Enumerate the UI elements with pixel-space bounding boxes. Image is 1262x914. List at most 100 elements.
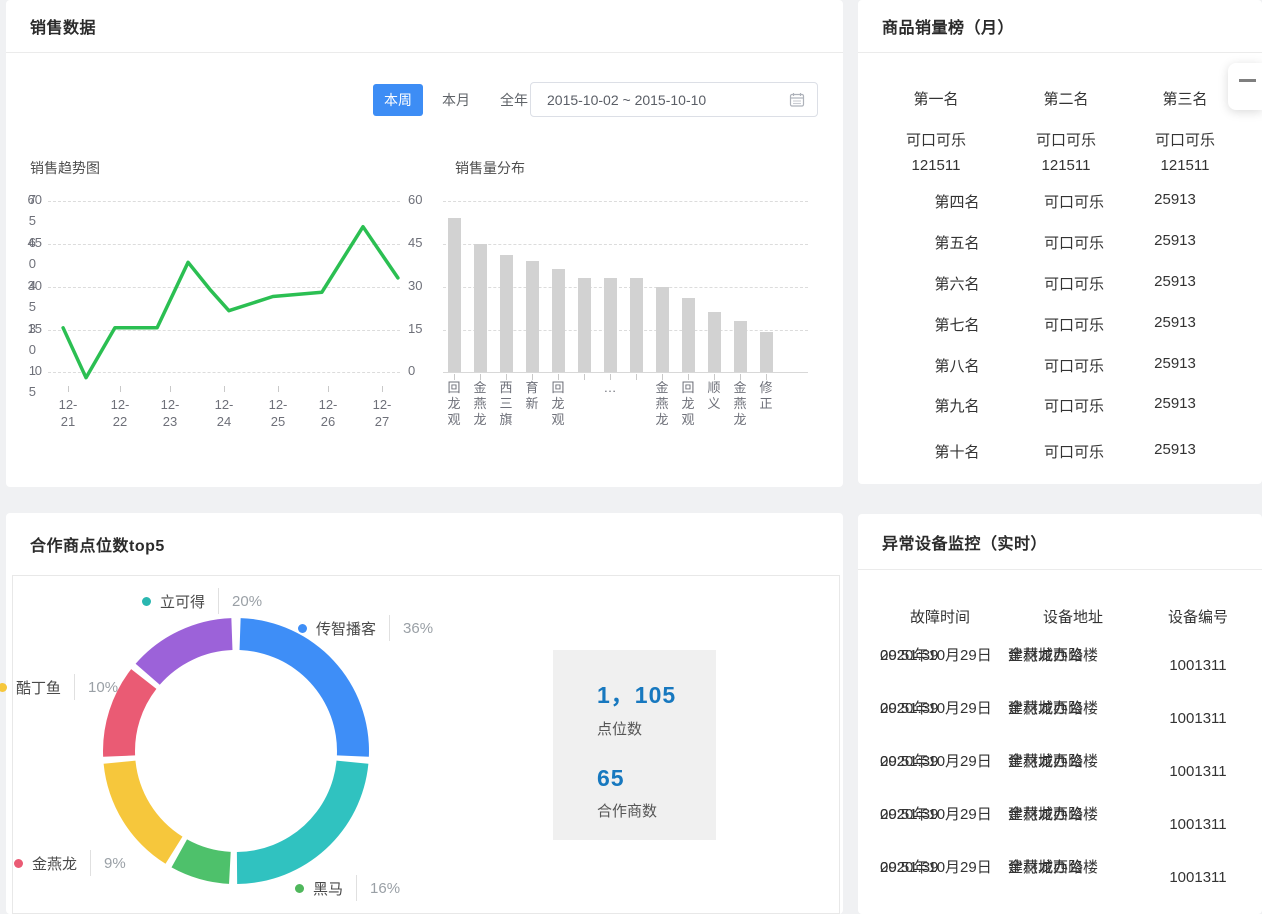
product-name: 可口可乐 xyxy=(1011,129,1121,150)
product-value: 25913 xyxy=(1120,355,1230,372)
bar-回龙观 xyxy=(552,269,565,372)
line-gridline-15 xyxy=(48,330,400,331)
line-xaxis-tick xyxy=(328,386,329,392)
legend-percent: 36% xyxy=(403,620,433,637)
bar-xaxis-tick xyxy=(636,374,637,380)
date-range-value: 2015-10-02 ~ 2015-10-10 xyxy=(547,92,706,108)
rank-panel-header: 商品销量榜（月） xyxy=(858,0,1262,53)
monitor-panel-header: 异常设备监控（实时） xyxy=(858,514,1262,570)
bar-xaxis-label: 金燕龙 xyxy=(654,380,670,428)
bar-gridline-15 xyxy=(443,330,808,331)
device-id: 1001311 xyxy=(1153,751,1243,782)
partner-stats-card: 1，105 点位数 65 合作商数 xyxy=(553,650,716,840)
line-xaxis-tick xyxy=(224,386,225,392)
line-yaxis2-label: 6 xyxy=(6,235,36,250)
product-name: 可口可乐 xyxy=(1019,395,1129,416)
partner-top5-panel: 合作商点位数top5 立可得20%传智播客36%酷丁鱼10%金燕龙9%黑马16%… xyxy=(6,513,843,914)
bar-xaxis-tick xyxy=(584,374,585,380)
bar-gridline-45 xyxy=(443,244,808,245)
product-value: 25913 xyxy=(1120,314,1230,331)
legend-divider xyxy=(74,674,75,700)
monitor-row-3: 2020年10月29日09:51:39金燕龙办公楼建材城西路1001311 xyxy=(858,751,1262,797)
calendar-icon[interactable] xyxy=(789,92,805,108)
product-value: 121511 xyxy=(1011,157,1121,174)
product-name: 可口可乐 xyxy=(1019,441,1129,462)
product-name: 可口可乐 xyxy=(1019,232,1129,253)
trend-chart-title: 销售趋势图 xyxy=(30,158,100,178)
rank-row-7: 第七名可口可乐25913 xyxy=(858,314,1262,336)
bar-xaxis-tick xyxy=(454,374,455,380)
legend-dot-立可得 xyxy=(142,597,151,606)
donut-slice-3[interactable] xyxy=(172,839,231,883)
bar-xaxis-tick xyxy=(714,374,715,380)
partners-count-label: 合作商数 xyxy=(597,800,716,821)
rank-label: 第九名 xyxy=(902,395,1012,416)
line-yaxis-right-label: 0 xyxy=(408,363,436,378)
bar-xaxis-tick xyxy=(688,374,689,380)
line-yaxis-right-label: 30 xyxy=(408,278,436,293)
line-xaxis-tick xyxy=(278,386,279,392)
product-name: 可口可乐 xyxy=(1019,273,1129,294)
date-range-input[interactable]: 2015-10-02 ~ 2015-10-10 xyxy=(530,82,818,117)
legend-dot-传智播客 xyxy=(298,624,307,633)
legend-divider xyxy=(356,875,357,901)
bar-… xyxy=(604,278,617,372)
donut-slice-6[interactable] xyxy=(136,618,233,685)
legend-percent: 16% xyxy=(370,880,400,897)
donut-slice-2[interactable] xyxy=(237,761,369,884)
line-gridline-30 xyxy=(48,287,400,288)
partner-donut-chart xyxy=(96,611,376,891)
monitor-panel-title: 异常设备监控（实时） xyxy=(882,530,1047,554)
bar-xaxis-label: 回龙观 xyxy=(550,380,566,428)
legend-dot-酷丁鱼 xyxy=(0,683,7,692)
line-xaxis-label: 12-21 xyxy=(48,396,88,430)
product-value: 121511 xyxy=(881,157,991,174)
top5-panel-header: 合作商点位数top5 xyxy=(6,513,843,575)
line-xaxis-tick xyxy=(68,386,69,392)
rank-row-4: 第四名可口可乐25913 xyxy=(858,191,1262,213)
bar-xaxis-label: 金燕龙 xyxy=(472,380,488,428)
line-yaxis2-label: 3 xyxy=(6,321,36,336)
line-yaxis2-label: 7 xyxy=(6,192,36,207)
bar-xaxis-tick xyxy=(610,374,611,380)
bar-xaxis-label: 回龙观 xyxy=(680,380,696,428)
line-gridline-45 xyxy=(48,244,400,245)
line-yaxis2-label: 5 xyxy=(6,384,36,399)
device-monitor-panel: 异常设备监控（实时） 故障时间设备地址设备编号 2020年10月29日09:51… xyxy=(858,514,1262,914)
monitor-row-5: 2020年10月29日09:51:39金燕龙办公楼建材城西路1001311 xyxy=(858,857,1262,903)
bar-回龙观 xyxy=(682,298,695,372)
bar-xaxis-tick xyxy=(766,374,767,380)
device-id: 1001311 xyxy=(1153,645,1243,676)
rank-row-9: 第九名可口可乐25913 xyxy=(858,395,1262,417)
tab-本周[interactable]: 本周 xyxy=(373,84,423,116)
line-yaxis2-label: 0 xyxy=(6,256,36,271)
rank-label: 第七名 xyxy=(902,314,1012,335)
bar-育新 xyxy=(526,261,539,372)
product-name: 可口可乐 xyxy=(1130,129,1240,150)
product-value: 25913 xyxy=(1120,441,1230,458)
product-name: 可口可乐 xyxy=(1019,314,1129,335)
settings-drawer-toggle[interactable] xyxy=(1228,63,1262,110)
sales-data-panel: 销售数据 本周本月全年 2015-10-02 ~ 2015-10-10 销售趋势… xyxy=(6,0,843,487)
rank-top3-col-2: 第二名可口可乐121511 xyxy=(1011,88,1121,174)
bar-回龙观 xyxy=(448,218,461,372)
bar-xaxis-label: 回龙观 xyxy=(446,380,462,428)
tab-本月[interactable]: 本月 xyxy=(431,84,481,116)
distribution-chart-title: 销售量分布 xyxy=(455,158,525,178)
donut-slice-4[interactable] xyxy=(104,761,183,864)
bar-baseline xyxy=(443,372,808,373)
legend-percent: 20% xyxy=(232,593,262,610)
line-gridline-60 xyxy=(48,201,400,202)
bar-xaxis-label: 修正 xyxy=(758,380,774,412)
rank-label: 第八名 xyxy=(902,355,1012,376)
rank-label: 第十名 xyxy=(902,441,1012,462)
line-xaxis-tick xyxy=(170,386,171,392)
bar-xaxis-label: 金燕龙 xyxy=(732,380,748,428)
points-count-value: 1，105 xyxy=(597,676,716,710)
period-tabs: 本周本月全年 xyxy=(373,84,547,116)
line-yaxis2-label: 4 xyxy=(6,278,36,293)
product-value: 25913 xyxy=(1120,273,1230,290)
rank-label: 第五名 xyxy=(902,232,1012,253)
bar-xaxis-tick xyxy=(506,374,507,380)
bar-xaxis-label: 顺义 xyxy=(706,380,722,412)
